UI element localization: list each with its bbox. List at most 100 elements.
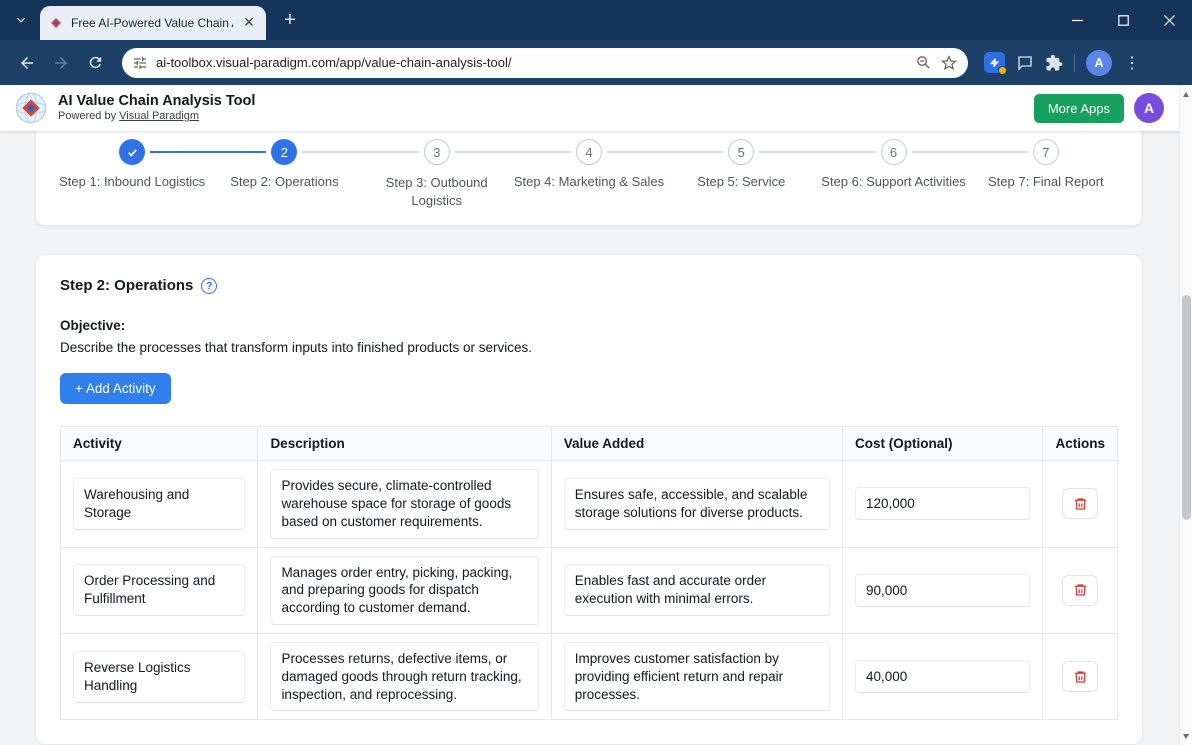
window-controls [1054,0,1192,40]
extensions-puzzle-icon[interactable] [1045,54,1063,72]
col-header-description: Description [258,427,551,461]
col-header-value-added: Value Added [551,427,842,461]
cost-input[interactable] [855,574,1030,607]
forward-button[interactable] [44,46,78,80]
toolbar-separator [1074,54,1075,72]
activity-field[interactable]: Warehousing and Storage [73,478,245,530]
tab-strip: Free AI-Powered Value Chain An ✕ + [0,0,1192,40]
scrollbar-thumb[interactable] [1182,295,1191,520]
account-avatar[interactable]: A [1134,93,1164,123]
forward-icon [52,54,70,72]
reload-button[interactable] [78,46,112,80]
value-added-field[interactable]: Improves customer satisfaction by provid… [564,642,830,711]
trash-icon [1073,669,1088,685]
close-icon [1164,15,1175,26]
delete-row-button[interactable] [1062,661,1098,692]
maximize-icon [1118,15,1129,26]
stepper-step-1[interactable]: Step 1: Inbound Logistics [56,135,208,209]
toolbar-extensions-area: A ⋮ [984,50,1141,76]
activity-field[interactable]: Order Processing and Fulfillment [73,564,245,616]
stepper-step-7[interactable]: 7 Step 7: Final Report [970,135,1122,209]
minimize-button[interactable] [1054,0,1100,40]
table-row: Order Processing and Fulfillment Manages… [61,547,1118,633]
help-icon[interactable]: ? [201,278,217,294]
description-field[interactable]: Provides secure, climate-controlled ware… [270,469,538,538]
scroll-down-icon [1183,734,1189,739]
step-2-card: Step 2: Operations ? Objective: Describe… [35,254,1143,745]
cost-input[interactable] [855,660,1030,693]
url-bar[interactable]: ai-toolbox.visual-paradigm.com/app/value… [122,48,968,78]
back-button[interactable] [10,46,44,80]
step-6-label: Step 6: Support Activities [817,174,969,189]
browser-toolbar: ai-toolbox.visual-paradigm.com/app/value… [0,40,1192,85]
stepper: Step 1: Inbound Logistics 2 Step 2: Oper… [56,135,1122,209]
check-icon [126,146,139,159]
table-row: Warehousing and Storage Provides secure,… [61,461,1118,547]
stepper-step-5[interactable]: 5 Step 5: Service [665,135,817,209]
step-2-label: Step 2: Operations [208,174,360,189]
col-header-actions: Actions [1043,427,1118,461]
site-info-icon[interactable] [132,55,148,71]
objective-label: Objective: [60,318,1118,333]
cost-input[interactable] [855,487,1030,520]
app-title: AI Value Chain Analysis Tool [58,93,255,110]
close-button[interactable] [1146,0,1192,40]
stepper-card: Step 1: Inbound Logistics 2 Step 2: Oper… [35,131,1143,226]
browser-tab[interactable]: Free AI-Powered Value Chain An ✕ [40,6,266,40]
description-field[interactable]: Manages order entry, picking, packing, a… [270,556,538,625]
trash-icon [1073,496,1088,512]
extension-icon-chat[interactable] [1016,54,1034,72]
step-3-label: Step 3: Outbound Logistics [378,174,496,209]
page-scrollbar[interactable] [1179,85,1192,745]
tab-close-icon[interactable]: ✕ [240,14,258,32]
stepper-step-4[interactable]: 4 Step 4: Marketing & Sales [513,135,665,209]
step-1-circle [119,139,145,165]
app-logo [14,91,48,125]
url-text[interactable]: ai-toolbox.visual-paradigm.com/app/value… [156,55,907,70]
browser-menu-icon[interactable]: ⋮ [1123,53,1141,73]
delete-row-button[interactable] [1062,488,1098,519]
col-header-activity: Activity [61,427,258,461]
scroll-up-icon [1183,92,1189,97]
page-viewport: AI Value Chain Analysis Tool Powered by … [0,85,1192,745]
back-icon [18,54,36,72]
delete-row-button[interactable] [1062,575,1098,606]
stepper-step-6[interactable]: 6 Step 6: Support Activities [817,135,969,209]
tab-search-button[interactable] [8,7,34,33]
browser-profile-avatar[interactable]: A [1086,50,1112,76]
bookmark-star-icon[interactable] [940,54,958,72]
app-title-block: AI Value Chain Analysis Tool Powered by … [58,93,255,124]
stepper-step-2[interactable]: 2 Step 2: Operations [208,135,360,209]
extension-icon-blue[interactable] [984,52,1005,73]
browser-window: Free AI-Powered Value Chain An ✕ + [0,0,1192,745]
maximize-button[interactable] [1100,0,1146,40]
stepper-step-3[interactable]: 3 Step 3: Outbound Logistics [361,135,513,209]
scroll-down-arrow[interactable] [1180,729,1192,743]
new-tab-button[interactable]: + [276,6,304,34]
step-1-label: Step 1: Inbound Logistics [56,174,208,189]
powered-by-prefix: Powered by [58,110,119,122]
minimize-icon [1072,15,1083,26]
activity-field[interactable]: Reverse Logistics Handling [73,651,245,703]
zoom-icon[interactable] [915,54,932,71]
page-title: Step 2: Operations [60,277,193,294]
step-2-circle: 2 [271,139,297,165]
table-row: Reverse Logistics Handling Processes ret… [61,633,1118,719]
visual-paradigm-link[interactable]: Visual Paradigm [119,110,199,122]
chevron-down-icon [14,13,28,27]
value-added-field[interactable]: Ensures safe, accessible, and scalable s… [564,478,830,530]
scroll-up-arrow[interactable] [1180,87,1192,101]
reload-icon [87,54,104,71]
col-header-cost: Cost (Optional) [842,427,1042,461]
add-activity-button[interactable]: + Add Activity [60,373,171,404]
description-field[interactable]: Processes returns, defective items, or d… [270,642,538,711]
tab-title: Free AI-Powered Value Chain An [71,16,233,30]
value-added-field[interactable]: Enables fast and accurate order executio… [564,564,830,616]
more-apps-button[interactable]: More Apps [1034,94,1124,123]
objective-text: Describe the processes that transform in… [60,340,1118,355]
app-header: AI Value Chain Analysis Tool Powered by … [0,85,1192,131]
step-7-circle: 7 [1033,139,1059,165]
trash-icon [1073,582,1088,598]
step-5-label: Step 5: Service [665,174,817,189]
activities-table: Activity Description Value Added Cost (O… [60,426,1118,720]
